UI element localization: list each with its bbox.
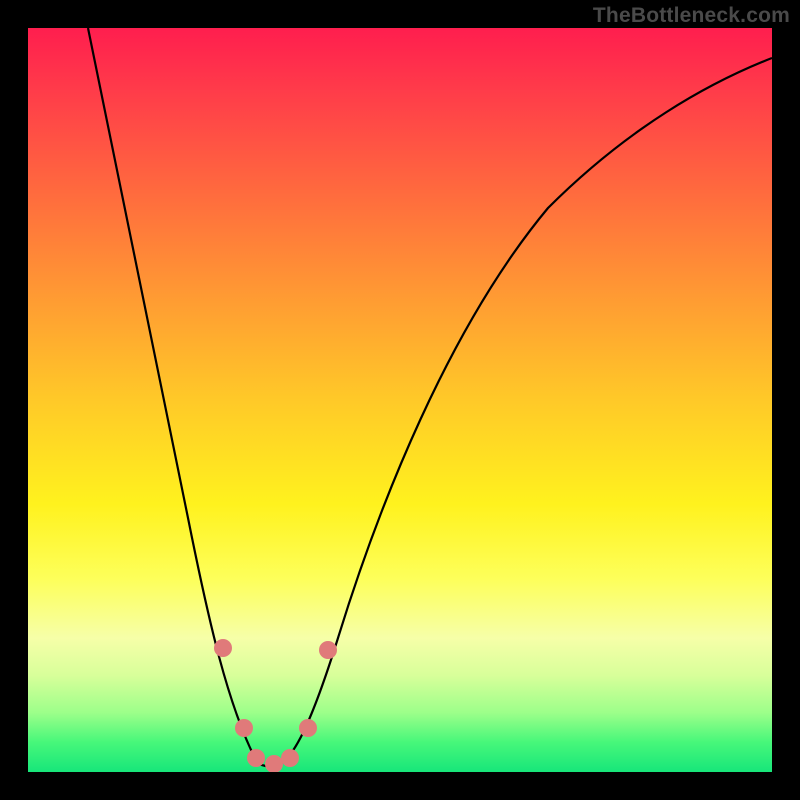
marker-right-upper [319, 641, 337, 659]
watermark-text: TheBottleneck.com [593, 4, 790, 28]
chart-svg [28, 28, 772, 772]
plot-area [28, 28, 772, 772]
marker-left-upper [214, 639, 232, 657]
chart-frame: TheBottleneck.com [0, 0, 800, 800]
marker-bottom-2 [265, 755, 283, 772]
marker-bottom-1 [247, 749, 265, 767]
curve-markers [214, 639, 337, 772]
bottleneck-curve [88, 28, 772, 768]
marker-bottom-3 [281, 749, 299, 767]
marker-left-lower [235, 719, 253, 737]
marker-right-lower [299, 719, 317, 737]
